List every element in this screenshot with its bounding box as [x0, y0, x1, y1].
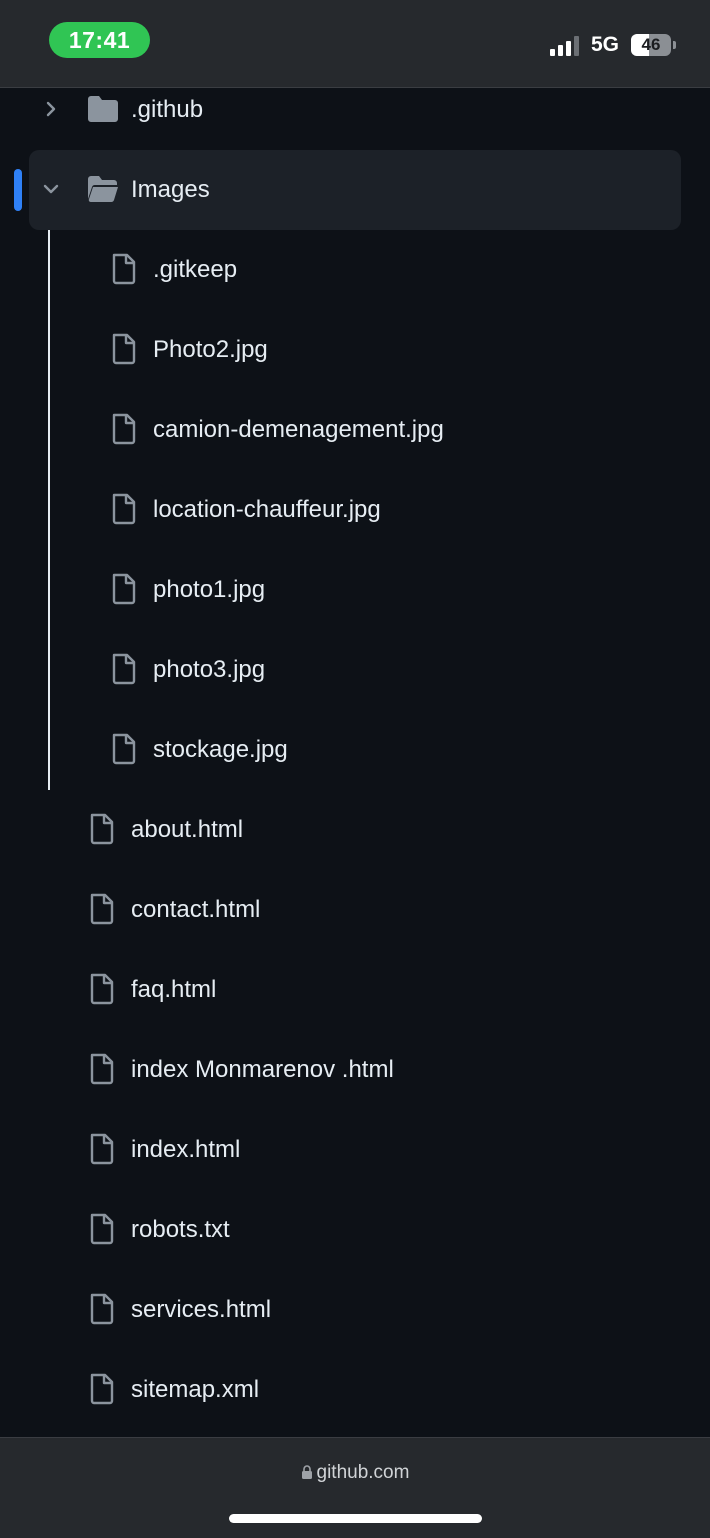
row-label: Images: [131, 176, 210, 203]
row-label: index.html: [131, 1136, 241, 1163]
file-icon: [112, 733, 136, 765]
file-icon: [90, 893, 114, 925]
file-icon: [112, 573, 136, 605]
row-label: about.html: [131, 816, 244, 843]
folder-open-icon: [88, 176, 118, 203]
file-row[interactable]: camion-demenagement.jpg: [0, 390, 710, 470]
row-label: photo1.jpg: [153, 576, 266, 603]
file-icon: [90, 813, 114, 845]
file-row[interactable]: sitemap.xml: [0, 1350, 710, 1430]
file-icon: [112, 413, 136, 445]
file-row[interactable]: photo3.jpg: [0, 630, 710, 710]
file-icon: [112, 653, 136, 685]
file-row[interactable]: photo1.jpg: [0, 550, 710, 630]
home-indicator[interactable]: [229, 1514, 482, 1523]
url-display[interactable]: github.com: [0, 1462, 710, 1484]
lock-icon: [301, 1465, 312, 1479]
file-row[interactable]: location-chauffeur.jpg: [0, 470, 710, 550]
file-row[interactable]: faq.html: [0, 950, 710, 1030]
browser-address-bar[interactable]: github.com: [0, 1437, 710, 1538]
file-row[interactable]: stockage.jpg: [0, 710, 710, 790]
battery-icon: 46: [631, 34, 676, 56]
file-row[interactable]: index.html: [0, 1110, 710, 1190]
battery-percent: 46: [641, 35, 661, 54]
file-row[interactable]: .gitkeep: [0, 230, 710, 310]
file-row[interactable]: index Monmarenov .html: [0, 1030, 710, 1110]
file-row[interactable]: Photo2.jpg: [0, 310, 710, 390]
file-icon: [90, 1053, 114, 1085]
row-label: services.html: [131, 1296, 272, 1323]
file-icon: [90, 1373, 114, 1405]
row-label: sitemap.xml: [131, 1376, 260, 1403]
file-icon: [112, 333, 136, 365]
folder-icon: [88, 96, 118, 122]
file-icon: [90, 1213, 114, 1245]
row-label: index Monmarenov .html: [131, 1056, 394, 1083]
status-time[interactable]: 17:41: [49, 22, 150, 58]
file-row[interactable]: contact.html: [0, 870, 710, 950]
row-label: .github: [131, 96, 204, 123]
chevron-right-icon[interactable]: [40, 98, 62, 120]
row-label: location-chauffeur.jpg: [153, 496, 381, 523]
file-icon: [90, 1133, 114, 1165]
row-label: photo3.jpg: [153, 656, 266, 683]
row-label: .gitkeep: [153, 256, 238, 283]
network-type: 5G: [591, 33, 620, 56]
row-label: contact.html: [131, 896, 261, 923]
folder-row[interactable]: .github: [0, 70, 710, 150]
url-text: github.com: [316, 1462, 410, 1483]
row-label: Photo2.jpg: [153, 336, 268, 363]
row-label: robots.txt: [131, 1216, 230, 1243]
file-icon: [112, 493, 136, 525]
row-label: faq.html: [131, 976, 217, 1003]
cellular-signal-icon: [550, 36, 579, 56]
file-row[interactable]: services.html: [0, 1270, 710, 1350]
file-icon: [112, 253, 136, 285]
file-row[interactable]: about.html: [0, 790, 710, 870]
chevron-down-icon[interactable]: [40, 178, 62, 200]
row-label: stockage.jpg: [153, 736, 288, 763]
file-icon: [90, 973, 114, 1005]
row-label: camion-demenagement.jpg: [153, 416, 444, 443]
file-icon: [90, 1293, 114, 1325]
file-row[interactable]: robots.txt: [0, 1190, 710, 1270]
folder-row-selected[interactable]: Images: [0, 150, 710, 230]
